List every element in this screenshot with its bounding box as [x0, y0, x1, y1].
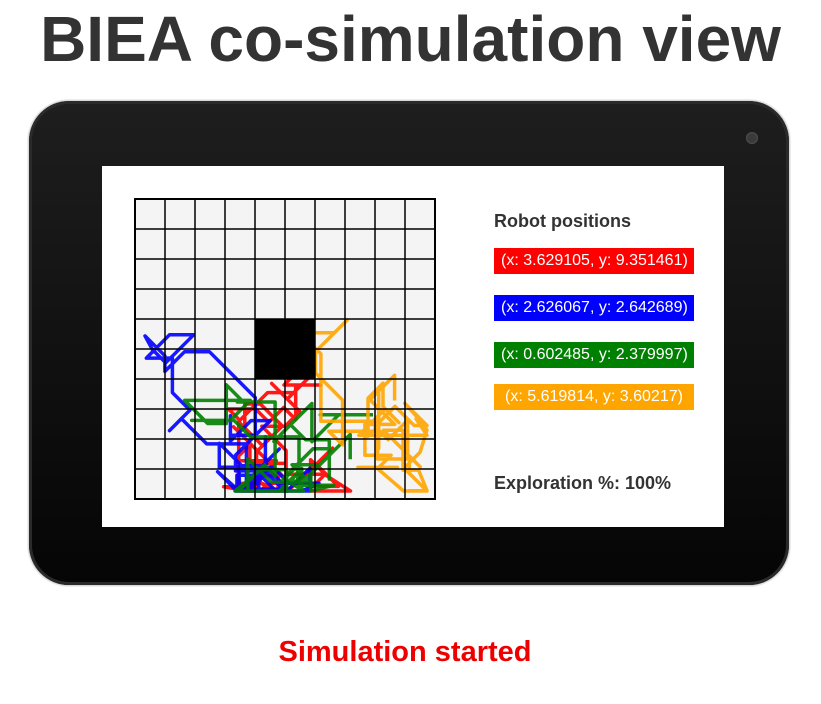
- robot-position-blue: (x: 2.626067, y: 2.642689): [494, 295, 694, 321]
- robot-positions-heading: Robot positions: [494, 211, 631, 231]
- exploration-percentage: Exploration %: 100%: [494, 473, 672, 493]
- page-title: BIEA co-simulation view: [40, 3, 781, 75]
- camera-icon: [746, 132, 758, 144]
- arena-canvas: [134, 198, 436, 500]
- tablet-frame: Robot positions (x: 3.629105, y: 9.35146…: [29, 101, 789, 585]
- robot-position-red: (x: 3.629105, y: 9.351461): [494, 248, 694, 274]
- arena-obstacle: [255, 319, 315, 379]
- simulation-status: Simulation started: [278, 636, 532, 668]
- robot-position-orange: (x: 5.619814, y: 3.60217): [494, 384, 694, 410]
- arena-view: [134, 198, 436, 500]
- robot-position-green: (x: 0.602485, y: 2.379997): [494, 342, 694, 368]
- page: BIEA co-simulation view Robot positions …: [0, 0, 821, 704]
- robot-panel: Robot positions (x: 3.629105, y: 9.35146…: [494, 211, 714, 493]
- tablet-screen: Robot positions (x: 3.629105, y: 9.35146…: [102, 166, 724, 527]
